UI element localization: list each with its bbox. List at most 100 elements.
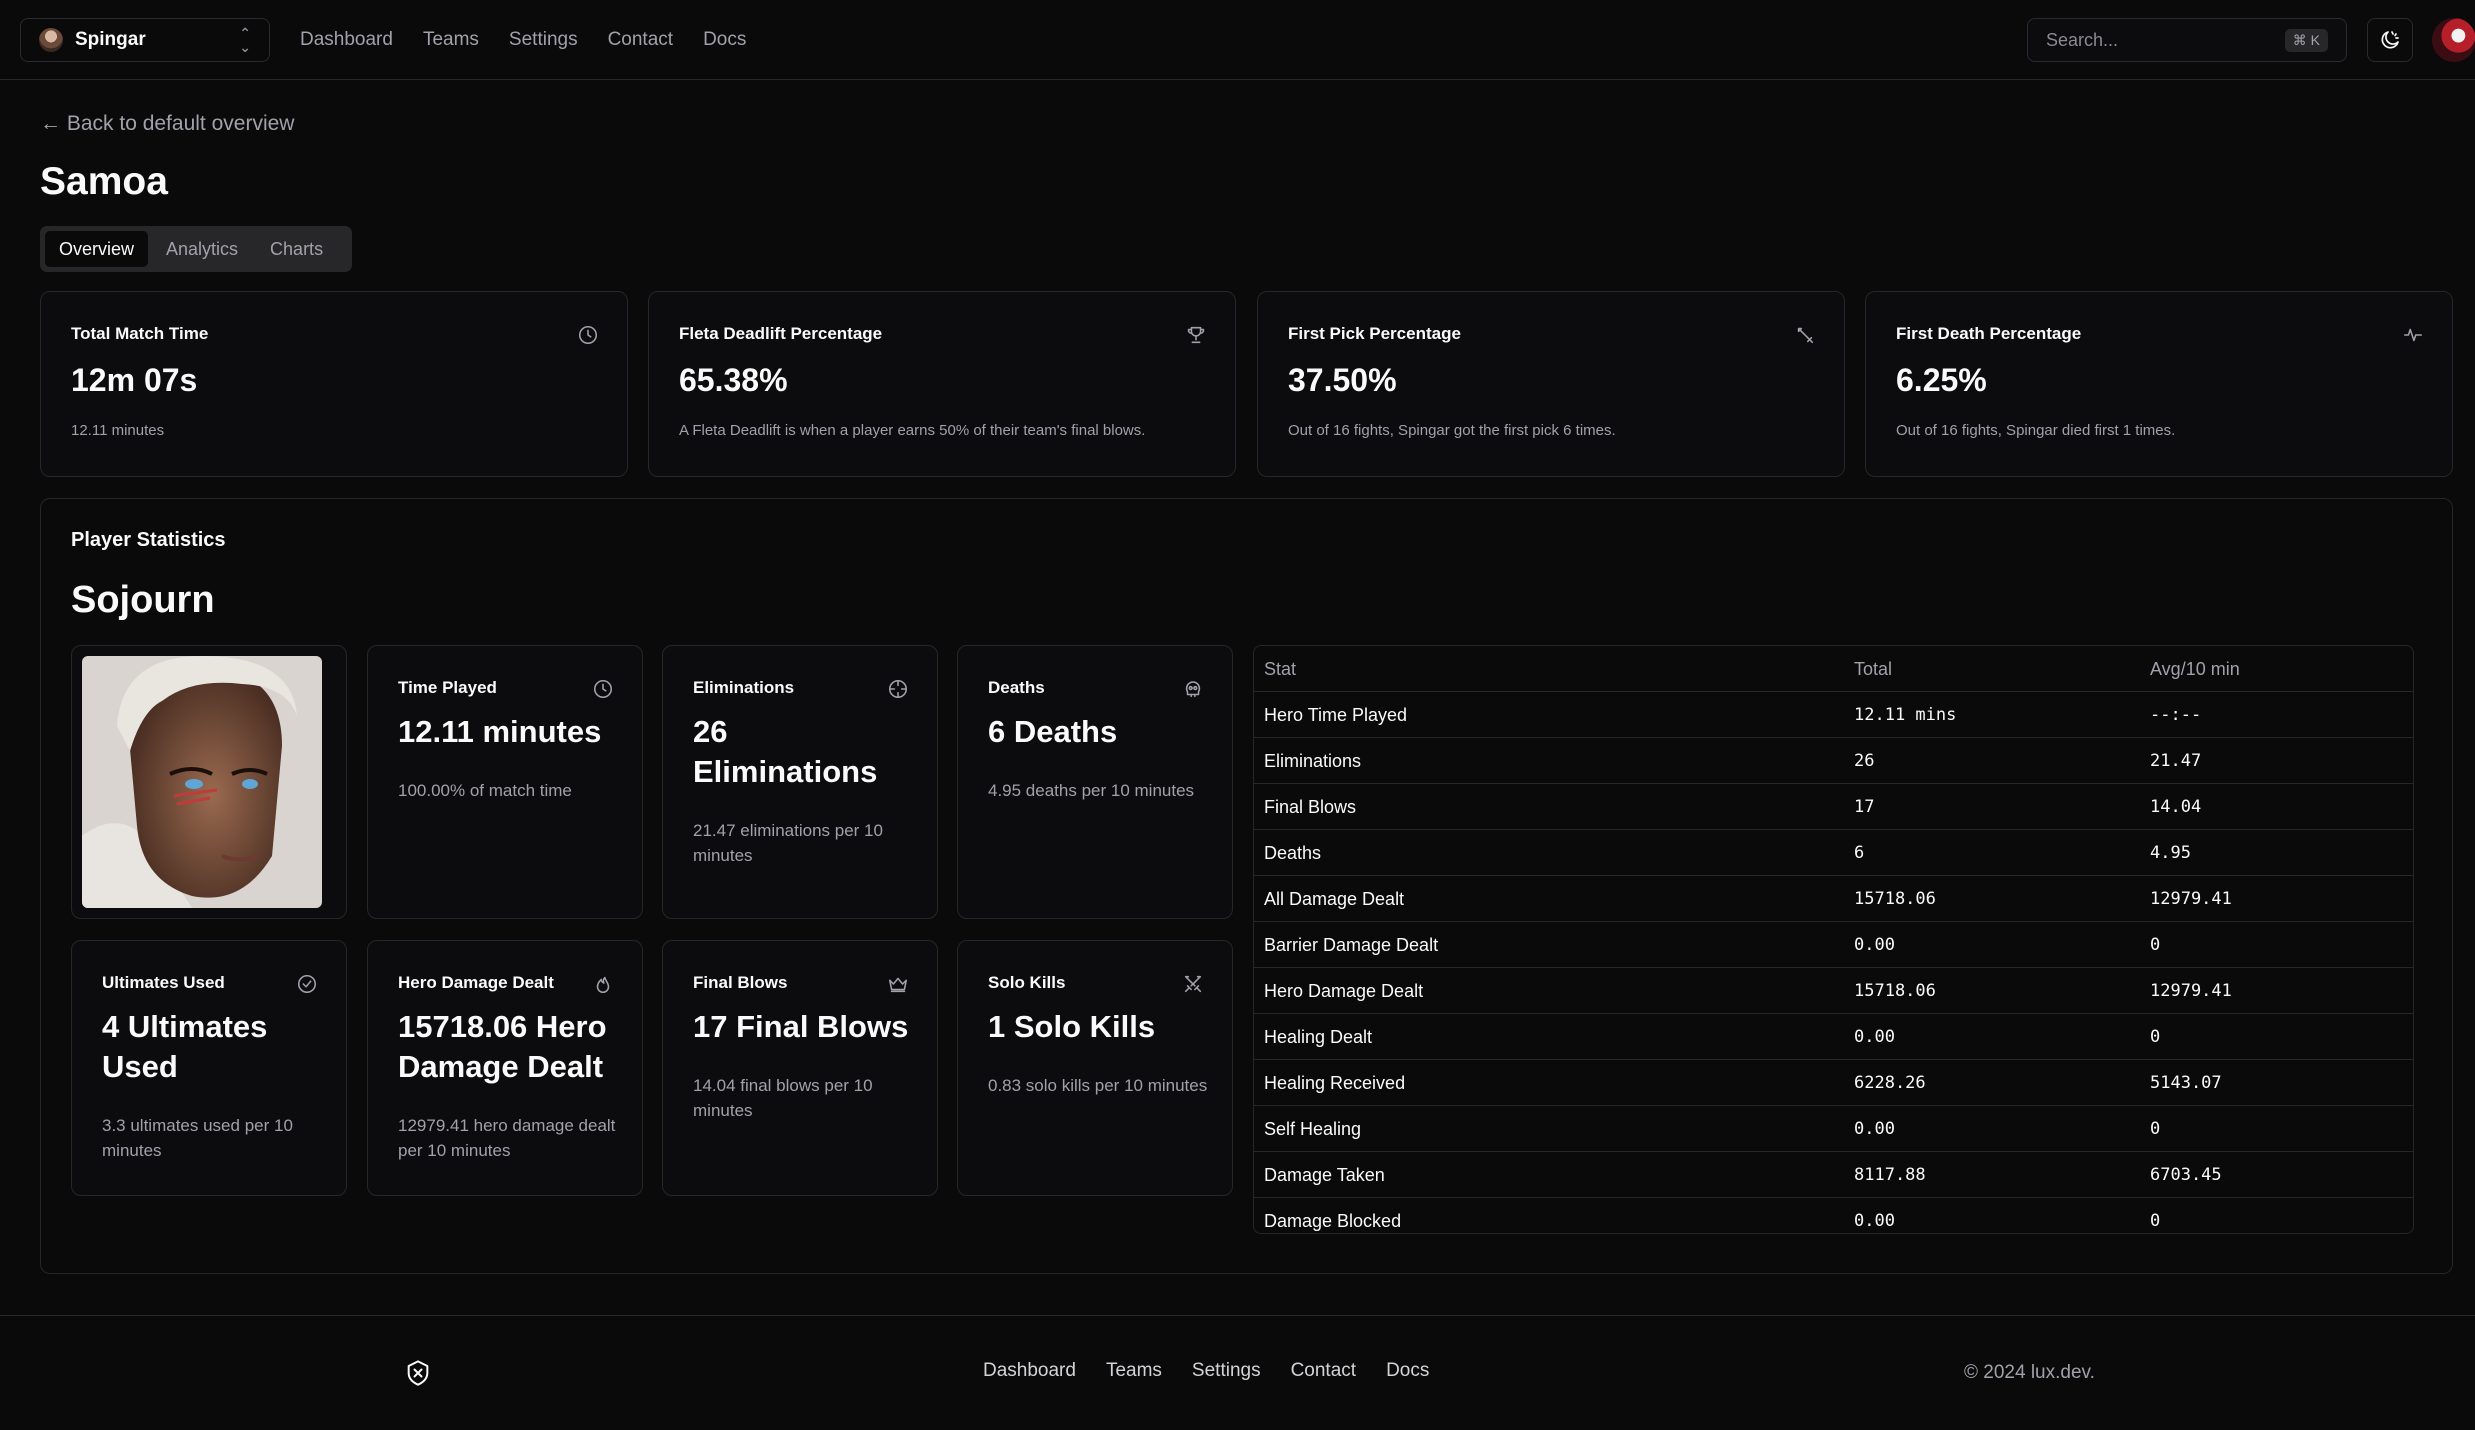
back-link[interactable]: ← Back to default overview xyxy=(40,112,294,136)
stat-description: 3.3 ultimates used per 10 minutes xyxy=(102,1116,293,1160)
team-avatar xyxy=(39,28,63,52)
row-stat: Final Blows xyxy=(1264,797,1357,817)
stat-label: Eliminations xyxy=(693,678,795,697)
footer: Dashboard Teams Settings Contact Docs © … xyxy=(0,1315,2475,1430)
check-circle-icon xyxy=(297,974,317,994)
footer-nav-dashboard[interactable]: Dashboard xyxy=(983,1360,1076,1382)
row-avg: 5143.07 xyxy=(2150,1073,2222,1093)
column-header-stat: Stat xyxy=(1264,659,1297,679)
player-statistics-panel: Player Statistics Sojourn Time Played 12… xyxy=(40,498,2453,1274)
swords-icon xyxy=(1184,975,1202,993)
row-total: 12.11 mins xyxy=(1854,705,1957,725)
card-label: Fleta Deadlift Percentage xyxy=(679,324,883,343)
row-avg: 6703.45 xyxy=(2150,1165,2222,1185)
footer-nav: Dashboard Teams Settings Contact Docs xyxy=(983,1360,1429,1382)
row-stat: Eliminations xyxy=(1264,751,1362,771)
stat-description: 14.04 final blows per 10 minutes xyxy=(693,1076,873,1120)
tab-analytics[interactable]: Analytics xyxy=(152,231,252,267)
row-stat: All Damage Dealt xyxy=(1264,889,1405,909)
tab-overview[interactable]: Overview xyxy=(45,231,149,267)
stats-table[interactable]: Stat Total Avg/10 min Hero Time Played 1… xyxy=(1253,645,2414,1234)
activity-icon xyxy=(2403,328,2423,342)
section-title: Player Statistics xyxy=(71,529,226,551)
stat-card-final-blows: Final Blows 17 Final Blows 14.04 final b… xyxy=(662,940,938,1196)
stat-description: 100.00% of match time xyxy=(398,781,572,800)
stat-card-ultimates-used: Ultimates Used 4 Ultimates Used 3.3 ulti… xyxy=(71,940,347,1196)
stat-description: 4.95 deaths per 10 minutes xyxy=(988,781,1195,800)
card-value: 37.50% xyxy=(1288,362,1397,398)
footer-nav-settings[interactable]: Settings xyxy=(1192,1360,1261,1382)
nav-dashboard[interactable]: Dashboard xyxy=(300,29,393,51)
nav-docs[interactable]: Docs xyxy=(703,29,746,51)
row-avg: 0 xyxy=(2150,1119,2161,1139)
stat-label: Deaths xyxy=(988,678,1045,697)
row-total: 0.00 xyxy=(1854,1119,1895,1139)
summary-card-first-death: First Death Percentage 6.25% Out of 16 f… xyxy=(1865,291,2453,477)
table-row: Healing Received 6228.26 5143.07 xyxy=(1254,1060,2413,1106)
row-avg: 0 xyxy=(2150,935,2161,955)
stat-card-hero-damage-dealt: Hero Damage Dealt 15718.06 Hero Damage D… xyxy=(367,940,643,1196)
stat-value: 6 Deaths xyxy=(988,714,1118,749)
hero-name: Sojourn xyxy=(71,579,215,621)
crown-icon xyxy=(888,977,908,993)
table-row: Barrier Damage Dealt 0.00 0 xyxy=(1254,922,2413,968)
team-switcher[interactable]: Spingar ⌃ ⌄ xyxy=(20,18,270,62)
row-stat: Healing Received xyxy=(1264,1073,1406,1093)
skull-icon xyxy=(1185,681,1201,698)
flame-icon xyxy=(596,976,610,994)
nav-teams[interactable]: Teams xyxy=(423,29,479,51)
table-row: Final Blows 17 14.04 xyxy=(1254,784,2413,830)
card-label: First Death Percentage xyxy=(1896,324,2082,343)
table-row: Damage Taken 8117.88 6703.45 xyxy=(1254,1152,2413,1198)
table-row: Self Healing 0.00 0 xyxy=(1254,1106,2413,1152)
footer-nav-docs[interactable]: Docs xyxy=(1386,1360,1429,1382)
stat-description: 12979.41 hero damage dealt per 10 minute… xyxy=(398,1116,616,1160)
theme-toggle-button[interactable] xyxy=(2367,18,2413,62)
tab-charts[interactable]: Charts xyxy=(256,231,337,267)
card-label: First Pick Percentage xyxy=(1288,324,1461,343)
row-total: 0.00 xyxy=(1854,1211,1895,1231)
card-label: Total Match Time xyxy=(71,324,209,343)
hero-portrait-card xyxy=(71,645,347,919)
stat-label: Hero Damage Dealt xyxy=(398,973,554,992)
footer-nav-contact[interactable]: Contact xyxy=(1291,1360,1356,1382)
table-row: Deaths 6 4.95 xyxy=(1254,830,2413,876)
row-avg: 14.04 xyxy=(2150,797,2202,817)
stat-label: Time Played xyxy=(398,678,497,697)
row-avg: 0 xyxy=(2150,1027,2161,1047)
card-value: 6.25% xyxy=(1896,362,1987,398)
summary-card-total-match-time: Total Match Time 12m 07s 12.11 minutes xyxy=(40,291,628,477)
stat-value: 17 Final Blows xyxy=(693,1009,909,1044)
row-stat: Damage Blocked xyxy=(1264,1211,1402,1231)
stat-value: 12.11 minutes xyxy=(398,714,602,749)
sword-icon xyxy=(1797,327,1814,344)
row-total: 6 xyxy=(1854,843,1865,863)
stat-card-time-played: Time Played 12.11 minutes 100.00% of mat… xyxy=(367,645,643,919)
user-avatar[interactable] xyxy=(2432,18,2475,62)
row-stat: Deaths xyxy=(1264,843,1322,863)
stat-card-eliminations: Eliminations 26 Eliminations 21.47 elimi… xyxy=(662,645,938,919)
summary-card-first-pick: First Pick Percentage 37.50% Out of 16 f… xyxy=(1257,291,1845,477)
row-stat: Healing Dealt xyxy=(1264,1027,1373,1047)
search-input[interactable]: Search... ⌘ K xyxy=(2027,18,2347,62)
card-description: Out of 16 fights, Spingar got the first … xyxy=(1288,422,1616,439)
row-total: 8117.88 xyxy=(1854,1165,1926,1185)
row-avg: 21.47 xyxy=(2150,751,2202,771)
stat-card-solo-kills: Solo Kills 1 Solo Kills 0.83 solo kills … xyxy=(957,940,1233,1196)
table-row: Damage Blocked 0.00 0 xyxy=(1254,1198,2413,1233)
moon-sun-icon xyxy=(2381,31,2399,49)
table-row: Healing Dealt 0.00 0 xyxy=(1254,1014,2413,1060)
nav-contact[interactable]: Contact xyxy=(608,29,673,51)
row-total: 6228.26 xyxy=(1854,1073,1926,1093)
row-stat: Self Healing xyxy=(1264,1119,1362,1139)
page-title: Samoa xyxy=(40,160,168,203)
footer-nav-teams[interactable]: Teams xyxy=(1106,1360,1162,1382)
stat-label: Solo Kills xyxy=(988,973,1066,992)
nav-settings[interactable]: Settings xyxy=(509,29,578,51)
hero-portrait xyxy=(82,656,322,908)
table-row: Eliminations 26 21.47 xyxy=(1254,738,2413,784)
trophy-icon xyxy=(1187,326,1205,344)
row-total: 17 xyxy=(1854,797,1875,817)
row-total: 0.00 xyxy=(1854,1027,1895,1047)
card-description: Out of 16 fights, Spingar died first 1 t… xyxy=(1896,422,2176,439)
